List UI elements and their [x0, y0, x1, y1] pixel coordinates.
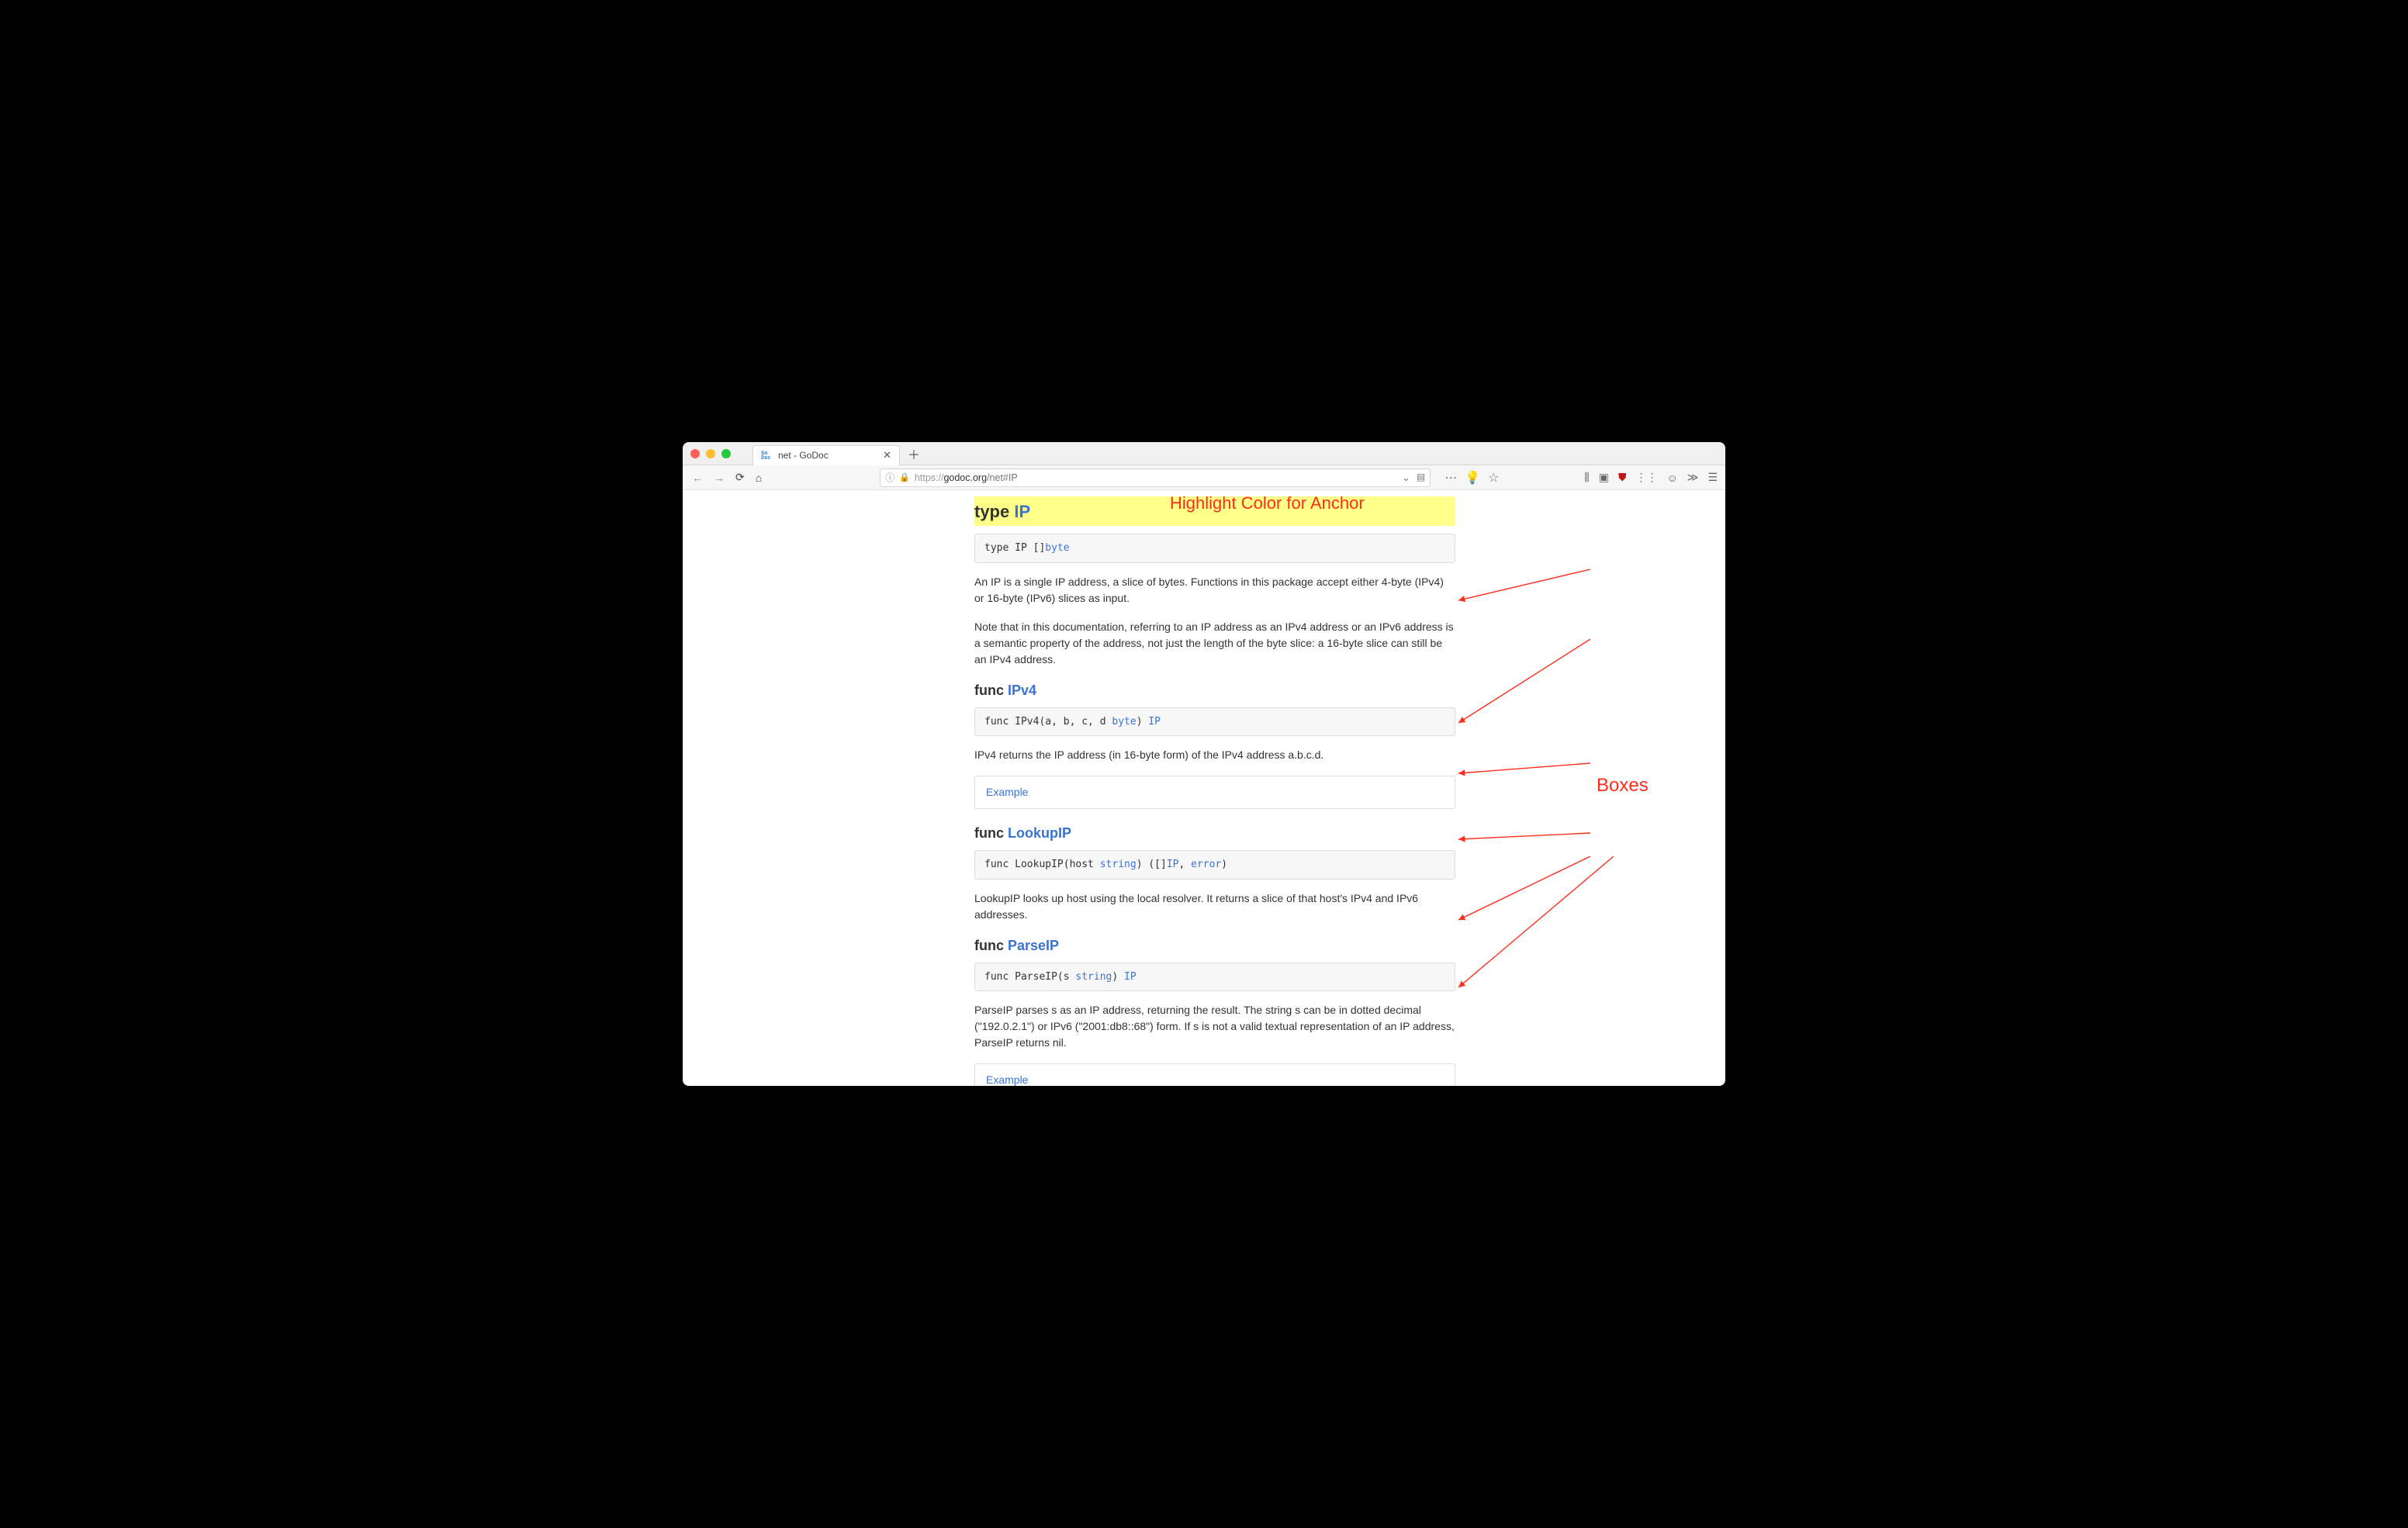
sidebar-icon[interactable]: ▣: [1599, 471, 1609, 484]
content: type IP type IP []byte An IP is a single…: [974, 490, 1455, 1086]
func-parseip-heading: func ParseIP: [974, 935, 1455, 956]
favicon-icon: GoDoc: [761, 450, 772, 461]
tab-title: net - GoDoc: [778, 450, 829, 461]
func-lookupip-heading: func LookupIP: [974, 823, 1455, 844]
type-ip-codebox: type IP []byte: [974, 534, 1455, 563]
func-ipv4-link[interactable]: IPv4: [1008, 683, 1036, 698]
reload-button[interactable]: ⟳: [734, 471, 746, 484]
func-ipv4-codebox: func IPv4(a, b, c, d byte) IP: [974, 707, 1455, 737]
url-text: https://godoc.org/net#IP: [915, 472, 1018, 483]
browser-window: GoDoc net - GoDoc ✕ ＋ ← → ⟳ ⌂ ⓘ 🔒 https:…: [683, 442, 1725, 1086]
lock-icon: 🔒: [899, 472, 910, 482]
ipv4-example-link[interactable]: Example: [986, 786, 1028, 798]
reader-view-icon[interactable]: ▤: [1417, 472, 1425, 483]
overflow-icon[interactable]: ≫: [1687, 471, 1699, 484]
func-ipv4-heading: func IPv4: [974, 680, 1455, 701]
titlebar: GoDoc net - GoDoc ✕ ＋: [683, 442, 1725, 465]
url-bar[interactable]: ⓘ 🔒 https://godoc.org/net#IP ⌄ ▤: [880, 468, 1431, 487]
func-lookupip-link[interactable]: LookupIP: [1008, 825, 1071, 841]
func-parseip-codebox: func ParseIP(s string) IP: [974, 963, 1455, 992]
account-icon[interactable]: ☺: [1666, 472, 1677, 484]
page-actions-icon[interactable]: ⋯: [1444, 470, 1457, 486]
navbar: ← → ⟳ ⌂ ⓘ 🔒 https://godoc.org/net#IP ⌄ ▤…: [683, 465, 1725, 490]
parseip-example-box[interactable]: Example: [974, 1063, 1455, 1086]
parseip-example-link[interactable]: Example: [986, 1073, 1028, 1086]
browser-tab[interactable]: GoDoc net - GoDoc ✕: [752, 445, 900, 465]
hint-icon[interactable]: 💡: [1465, 470, 1480, 486]
minimize-window-button[interactable]: [706, 449, 715, 458]
home-button[interactable]: ⌂: [754, 472, 763, 484]
func-parseip-desc: ParseIP parses s as an IP address, retur…: [974, 1002, 1455, 1051]
type-ip-link[interactable]: IP: [1014, 502, 1030, 521]
bookmark-star-icon[interactable]: ☆: [1488, 470, 1499, 486]
library-icon[interactable]: ⫼: [1584, 471, 1589, 484]
forward-button[interactable]: →: [712, 472, 726, 484]
func-parseip-link[interactable]: ParseIP: [1008, 938, 1059, 953]
site-info-icon[interactable]: ⓘ: [885, 471, 894, 484]
close-tab-button[interactable]: ✕: [883, 449, 891, 462]
toolbar-right: ⫼ ▣ ⛊ ⋮⋮ ☺ ≫ ☰: [1584, 471, 1718, 484]
menu-icon[interactable]: ☰: [1707, 471, 1718, 484]
window-controls: [690, 449, 731, 458]
maximize-window-button[interactable]: [721, 449, 731, 458]
back-button[interactable]: ←: [690, 472, 704, 484]
type-ip-desc-2: Note that in this documentation, referri…: [974, 619, 1455, 668]
new-tab-button[interactable]: ＋: [908, 444, 920, 463]
ipv4-example-box[interactable]: Example: [974, 776, 1455, 809]
close-window-button[interactable]: [690, 449, 700, 458]
annotation-boxes-label: Boxes: [1597, 775, 1649, 797]
ublock-icon[interactable]: ⛊: [1618, 471, 1627, 484]
type-ip-desc-1: An IP is a single IP address, a slice of…: [974, 574, 1455, 607]
func-lookupip-codebox: func LookupIP(host string) ([]IP, error): [974, 850, 1455, 880]
annotation-highlight-label: Highlight Color for Anchor: [1170, 493, 1365, 513]
chevron-down-icon[interactable]: ⌄: [1402, 472, 1410, 483]
grid-icon[interactable]: ⋮⋮: [1635, 471, 1657, 484]
page-viewport: type IP type IP []byte An IP is a single…: [683, 490, 1725, 1086]
func-ipv4-desc: IPv4 returns the IP address (in 16-byte …: [974, 747, 1455, 763]
func-lookupip-desc: LookupIP looks up host using the local r…: [974, 890, 1455, 923]
